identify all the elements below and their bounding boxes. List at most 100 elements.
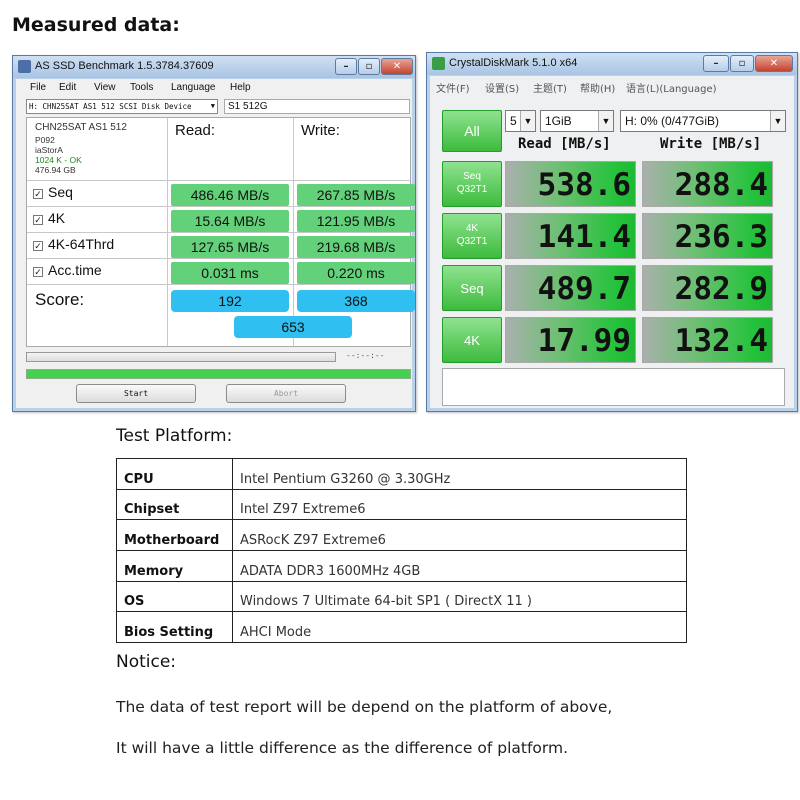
seq-q32t1-read: 538.6 <box>505 161 636 207</box>
cdm-menubar: 文件(F) 设置(S) 主题(T) 帮助(H) 语言(L)(Language) <box>430 76 794 96</box>
all-button[interactable]: All <box>442 110 502 152</box>
maximize-button[interactable]: ▫ <box>358 58 380 75</box>
cdm-title: CrystalDiskMark 5.1.0 x64 <box>449 57 578 69</box>
test-label-line1: Seq <box>460 281 484 296</box>
spec-key: OS <box>116 580 233 613</box>
menu-settings[interactable]: 设置(S) <box>485 80 519 95</box>
test-label-line2: Q32T1 <box>456 184 488 195</box>
app-icon <box>18 60 31 73</box>
row-label-text: 4K <box>48 210 66 226</box>
as-ssd-titlebar: AS SSD Benchmark 1.5.3784.37609 – ▫ ✕ <box>13 56 415 78</box>
menu-theme[interactable]: 主题(T) <box>533 80 567 95</box>
spec-value: Windows 7 Ultimate 64-bit SP1 ( DirectX … <box>232 580 687 613</box>
write-header: Write [MB/s] <box>660 136 762 152</box>
4k64-row-label[interactable]: ✓ 4K-64Thrd <box>33 236 114 252</box>
score-label: Score: <box>35 290 85 309</box>
table-row: Motherboard ASRocK Z97 Extreme6 <box>116 519 687 552</box>
row-label-text: Acc.time <box>48 262 102 278</box>
close-button[interactable]: ✕ <box>755 55 793 72</box>
seq-button[interactable]: Seq <box>442 265 502 311</box>
minimize-button[interactable]: – <box>703 55 729 72</box>
write-header: Write: <box>301 122 340 139</box>
read-header: Read [MB/s] <box>518 136 611 152</box>
table-row: OS Windows 7 Ultimate 64-bit SP1 ( Direc… <box>116 580 687 613</box>
spec-value: ADATA DDR3 1600MHz 4GB <box>232 550 687 582</box>
maximize-button[interactable]: ▫ <box>730 55 754 72</box>
4k64-read-value: 127.65 MB/s <box>171 236 289 258</box>
checkbox-icon[interactable]: ✓ <box>33 189 43 199</box>
grid-divider <box>27 232 410 233</box>
comment-field[interactable] <box>442 368 785 406</box>
notice-line-2: It will have a little difference as the … <box>116 739 569 757</box>
close-button[interactable]: ✕ <box>381 58 413 75</box>
row-label-text: 4K-64Thrd <box>48 236 115 252</box>
menu-language[interactable]: Language <box>171 82 216 93</box>
abort-button[interactable]: Abort <box>226 384 346 403</box>
test-label-line1: 4K <box>465 223 479 234</box>
chevron-down-icon: ▼ <box>210 102 215 110</box>
test-platform-heading: Test Platform: <box>116 426 233 446</box>
4k-read-value: 15.64 MB/s <box>171 210 289 232</box>
menu-help[interactable]: 帮助(H) <box>580 80 615 95</box>
seq-q32t1-button[interactable]: Seq Q32T1 <box>442 161 502 207</box>
drive-select-value: H: CHN25SAT AS1 512 SCSI Disk Device <box>29 102 192 111</box>
size-select[interactable]: 1GiB ▼ <box>540 110 614 132</box>
drive-select[interactable]: H: CHN25SAT AS1 512 SCSI Disk Device ▼ <box>26 99 218 114</box>
drive-size: 476.94 GB <box>35 165 76 175</box>
row-label-text: Seq <box>48 184 73 200</box>
spec-value: Intel Z97 Extreme6 <box>232 488 687 521</box>
notice-heading: Notice: <box>116 652 177 672</box>
minimize-button[interactable]: – <box>335 58 357 75</box>
4k-read: 17.99 <box>505 317 636 363</box>
spec-key: Bios Setting <box>116 611 233 644</box>
menu-edit[interactable]: Edit <box>59 82 76 93</box>
seq-write: 282.9 <box>642 265 773 311</box>
spec-key: Memory <box>116 550 233 582</box>
seq-q32t1-write: 288.4 <box>642 161 773 207</box>
menu-help[interactable]: Help <box>230 82 251 93</box>
as-ssd-menubar: File Edit View Tools Language Help <box>16 79 412 96</box>
checkbox-icon[interactable]: ✓ <box>33 215 43 225</box>
acctime-row-label[interactable]: ✓ Acc.time <box>33 262 102 278</box>
checkbox-icon[interactable]: ✓ <box>33 267 43 277</box>
menu-view[interactable]: View <box>94 82 116 93</box>
menu-file[interactable]: File <box>30 82 46 93</box>
seq-write-value: 267.85 MB/s <box>297 184 415 206</box>
start-button[interactable]: Start <box>76 384 196 403</box>
4k-q32t1-button[interactable]: 4K Q32T1 <box>442 213 502 259</box>
count-select-value: 5 <box>510 114 517 128</box>
menu-file[interactable]: 文件(F) <box>436 80 470 95</box>
drive-select[interactable]: H: 0% (0/477GiB) ▼ <box>620 110 786 132</box>
test-label-line2: Q32T1 <box>456 236 488 247</box>
grid-divider <box>27 180 410 181</box>
checkbox-icon[interactable]: ✓ <box>33 241 43 251</box>
4k-button[interactable]: 4K <box>442 317 502 363</box>
spec-key: CPU <box>116 458 233 490</box>
seq-read-value: 486.46 MB/s <box>171 184 289 206</box>
test-progress-bar <box>26 352 336 362</box>
4k-write-value: 121.95 MB/s <box>297 210 415 232</box>
spec-value: Intel Pentium G3260 @ 3.30GHz <box>232 458 687 490</box>
4k-row-label[interactable]: ✓ 4K <box>33 210 65 226</box>
spec-key: Motherboard <box>116 519 233 552</box>
grid-divider <box>27 258 410 259</box>
table-row: Bios Setting AHCI Mode <box>116 611 687 644</box>
spec-value: AHCI Mode <box>232 611 687 644</box>
acctime-read-value: 0.031 ms <box>171 262 289 284</box>
count-select[interactable]: 5 ▼ <box>505 110 536 132</box>
drive-alignment: 1024 K - OK <box>35 155 82 165</box>
measured-data-heading: Measured data: <box>12 14 180 36</box>
seq-row-label[interactable]: ✓ Seq <box>33 184 73 200</box>
menu-tools[interactable]: Tools <box>130 82 153 93</box>
score-read: 192 <box>171 290 289 312</box>
drive-firmware: P092 <box>35 135 55 145</box>
4k-write: 132.4 <box>642 317 773 363</box>
cdm-titlebar: CrystalDiskMark 5.1.0 x64 – ▫ ✕ <box>427 53 797 75</box>
table-row: CPU Intel Pentium G3260 @ 3.30GHz <box>116 458 687 490</box>
menu-language[interactable]: 语言(L)(Language) <box>626 80 717 95</box>
drive-name-field: S1 512G <box>224 99 410 114</box>
chevron-down-icon: ▼ <box>520 111 535 131</box>
spec-key: Chipset <box>116 488 233 521</box>
table-row: Memory ADATA DDR3 1600MHz 4GB <box>116 550 687 582</box>
score-total: 653 <box>234 316 352 338</box>
